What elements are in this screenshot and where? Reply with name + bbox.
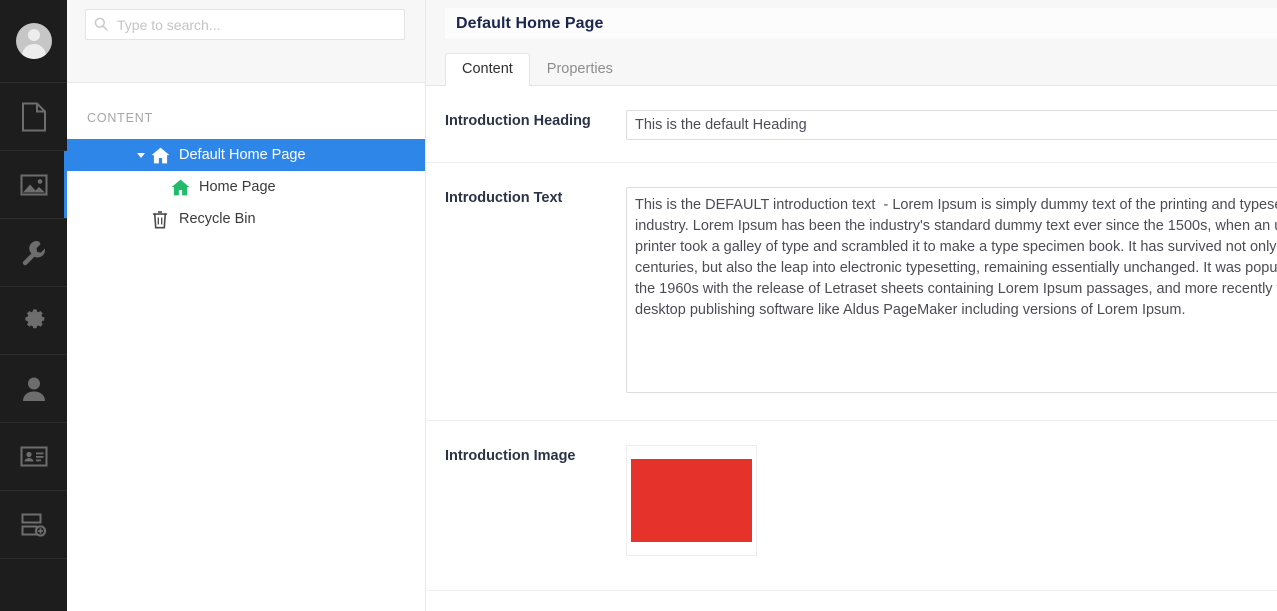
search-input[interactable] [85,9,405,40]
property-introduction-heading: Introduction Heading [426,86,1277,163]
rail-item-content[interactable] [0,83,67,151]
avatar-body [22,44,46,59]
tree-node-label: Default Home Page [179,147,306,163]
rail-item-members[interactable] [0,423,67,491]
tab-content[interactable]: Content [445,53,530,86]
wrench-icon [21,240,47,266]
avatar-cell[interactable] [0,0,67,83]
app-navigation-rail [0,0,67,611]
rail-item-users[interactable] [0,355,67,423]
forms-add-icon [20,512,48,538]
trash-icon [149,210,171,229]
umbraco-backoffice: CONTENT Default Home Page [0,0,1277,611]
user-icon [22,376,46,402]
rail-item-forms[interactable] [0,491,67,559]
search-box [85,9,405,40]
introduction-text-textarea[interactable] [626,187,1277,393]
editor-bottom-spacer [426,591,1277,611]
editor-header: Default Home Page Content Properties [426,0,1277,86]
media-image-icon [20,173,48,197]
tab-properties[interactable]: Properties [530,53,630,86]
content-tree: Default Home Page Home Page [67,135,425,235]
tree-node-default-home-page[interactable]: Default Home Page [67,139,425,171]
tree-node-home-page[interactable]: Home Page [67,171,425,203]
avatar-head [28,29,40,41]
rail-spacer [0,559,67,611]
section-tree-column: CONTENT Default Home Page [67,0,426,611]
property-control [626,110,1277,140]
id-card-icon [20,445,48,468]
property-label: Introduction Heading [445,110,626,140]
tree-node-recycle-bin[interactable]: Recycle Bin [67,203,425,235]
property-introduction-image: Introduction Image [426,421,1277,591]
rail-item-developer[interactable] [0,287,67,355]
introduction-heading-input[interactable] [626,110,1277,140]
tree-node-label: Recycle Bin [179,211,256,227]
property-control [626,187,1277,398]
rail-item-media[interactable] [0,151,67,219]
tree-section-header: CONTENT [67,83,425,135]
content-editor: Default Home Page Content Properties Int… [426,0,1277,611]
gear-icon [20,307,47,334]
editor-tabs: Content Properties [426,39,1277,85]
introduction-image-picker[interactable] [626,445,757,556]
property-label: Introduction Text [445,187,626,398]
home-icon [169,179,191,196]
home-icon [149,147,171,164]
property-introduction-text: Introduction Text [426,163,1277,421]
editor-body: Introduction Heading Introduction Text I… [426,86,1277,611]
document-icon [21,102,47,132]
rail-item-settings[interactable] [0,219,67,287]
search-bar [67,0,425,83]
page-title: Default Home Page [456,15,604,33]
property-label: Introduction Image [445,445,626,556]
tree-node-label: Home Page [199,179,276,195]
avatar[interactable] [16,23,52,59]
introduction-image-thumbnail [631,459,752,542]
node-name-field[interactable]: Default Home Page [445,8,1277,39]
property-control [626,445,1277,556]
chevron-down-icon[interactable] [133,153,149,158]
